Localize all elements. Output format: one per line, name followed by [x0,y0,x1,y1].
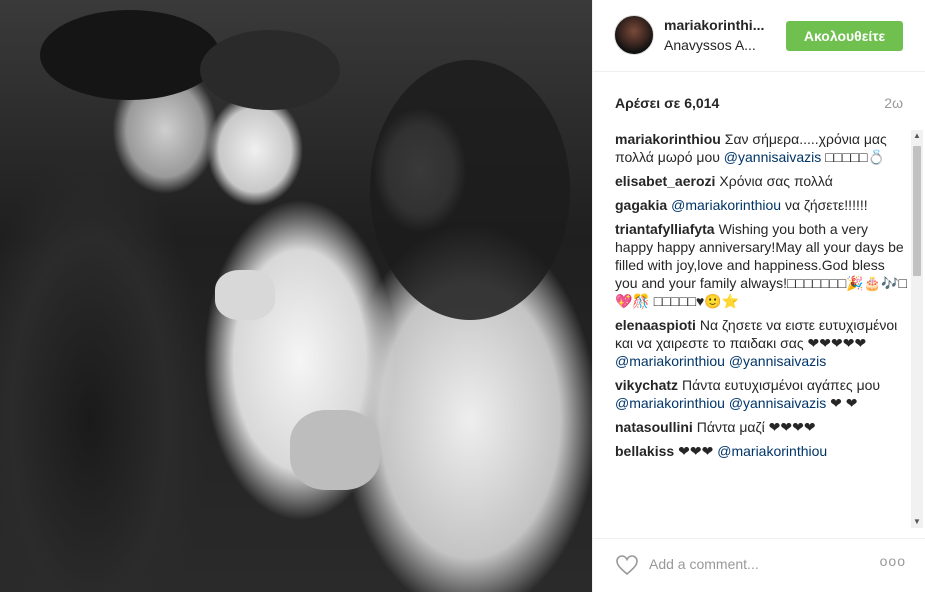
likes-count[interactable]: Αρέσει σε 6,014 [615,95,719,111]
comment-item: elenaaspioti Να ζησετε να ειστε ευτυχισμέ… [615,316,907,370]
heart-icon[interactable] [615,553,639,577]
comment-item: natasoullini Πάντα μαζί ❤❤❤❤ [615,418,907,436]
comment-username[interactable]: elisabet_aerozi [615,173,715,189]
post-time[interactable]: 2ω [884,95,903,111]
scroll-up-arrow-icon[interactable]: ▲ [911,130,923,142]
scrollbar-thumb[interactable] [913,146,921,276]
comment-item: vikychatz Πάντα ευτυχισμένοι αγάπες μου @… [615,376,907,412]
scroll-down-arrow-icon[interactable]: ▼ [911,516,923,528]
post-photo[interactable] [0,0,592,592]
comment-item: bellakiss ❤❤❤ @mariakorinthiou [615,442,907,460]
mention-link[interactable]: @mariakorinthiou [615,353,725,369]
post-header: mariakorinthi... Anavyssos A... Ακολουθε… [593,0,925,72]
mention-link[interactable]: @yannisaivazis [729,395,826,411]
comment-username[interactable]: vikychatz [615,377,678,393]
comment-item: triantafylliafyta Wishing you both a very… [615,220,907,310]
post-footer: ooo [593,538,925,592]
username-link[interactable]: mariakorinthi... [664,17,774,33]
comment-username[interactable]: gagakia [615,197,667,213]
more-options-icon[interactable]: ooo [880,553,906,569]
mention-link[interactable]: @yannisaivazis [729,353,826,369]
post-side-panel: mariakorinthi... Anavyssos A... Ακολουθε… [592,0,925,592]
comment-text: Πάντα μαζί ❤❤❤❤ [696,419,816,435]
comment-text: Χρόνια σας πολλά [719,173,833,189]
comment-text: ❤❤❤ [678,443,718,459]
comments-list: mariakorinthiou Σαν σήμερα.....χρόνια μας… [615,130,907,528]
add-comment-input[interactable] [649,553,869,575]
comment-username[interactable]: mariakorinthiou [615,131,721,147]
mention-link[interactable]: @yannisaivazis [724,149,821,165]
follow-button[interactable]: Ακολουθείτε [786,21,903,51]
comment-item: mariakorinthiou Σαν σήμερα.....χρόνια μας… [615,130,907,166]
location-link[interactable]: Anavyssos A... [664,37,774,53]
comment-username[interactable]: bellakiss [615,443,674,459]
mention-link[interactable]: @mariakorinthiou [615,395,725,411]
comment-item: elisabet_aerozi Χρόνια σας πολλά [615,172,907,190]
comment-username[interactable]: elenaaspioti [615,317,696,333]
comments-scrollbar[interactable]: ▲ ▼ [911,130,923,528]
comment-text: ❤ ❤ [826,395,858,411]
comment-username[interactable]: natasoullini [615,419,693,435]
comment-username[interactable]: triantafylliafyta [615,221,715,237]
comment-text: Πάντα ευτυχισμένοι αγάπες μου [682,377,881,393]
avatar[interactable] [614,15,654,55]
mention-link[interactable]: @mariakorinthiou [671,197,781,213]
mention-link[interactable]: @mariakorinthiou [717,443,827,459]
comment-text: □□□□□💍 [821,149,885,165]
comment-item: gagakia @mariakorinthiou να ζήσετε!!!!!! [615,196,907,214]
comment-text: να ζήσετε!!!!!! [781,197,868,213]
